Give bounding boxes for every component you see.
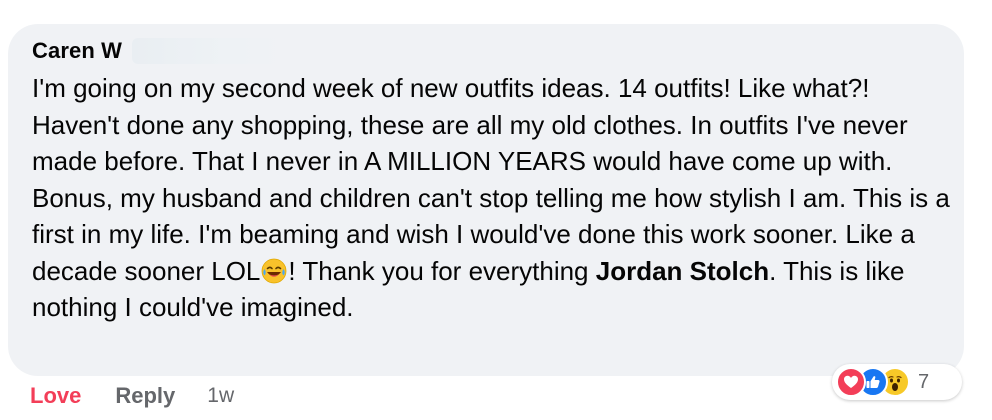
reaction-summary[interactable]: 7 <box>832 364 962 400</box>
timestamp-link[interactable]: 1w <box>207 384 234 408</box>
love-reaction-icon <box>836 367 866 397</box>
laughing-crying-emoji-icon <box>261 257 287 283</box>
mention-link[interactable]: Jordan Stolch <box>596 256 769 286</box>
author-name[interactable]: Caren W <box>32 38 122 64</box>
reaction-count: 7 <box>918 370 930 393</box>
comment-actions: Love Reply 1w <box>30 380 234 412</box>
comment-text-part: ! Thank you for everything <box>288 255 596 286</box>
comment: Caren W I'm going on my second week of n… <box>8 24 964 376</box>
comment-text: I'm going on my second week of new outfi… <box>32 70 952 326</box>
love-button[interactable]: Love <box>30 383 81 409</box>
reply-button[interactable]: Reply <box>115 383 175 409</box>
comment-bubble: Caren W I'm going on my second week of n… <box>8 24 964 376</box>
author-highlight <box>131 38 292 64</box>
comment-text-part: I'm going on my second week of new outfi… <box>32 73 950 286</box>
author-row: Caren W <box>32 36 940 66</box>
